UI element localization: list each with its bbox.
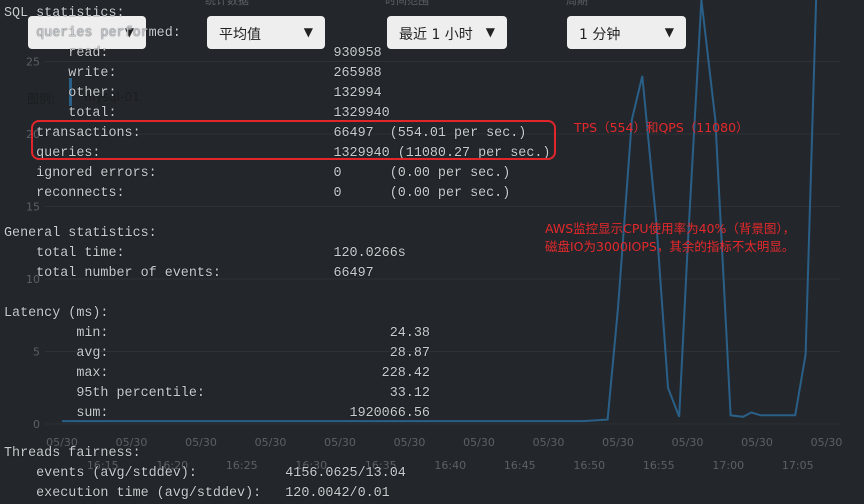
terminal-line: max: 228.42 <box>4 366 430 381</box>
x-tick-date: 05/30 <box>741 436 773 449</box>
period-label: 周期 <box>566 0 588 7</box>
x-tick-time: 17:05 <box>782 459 814 472</box>
x-tick-date: 05/30 <box>602 436 634 449</box>
terminal-line: total time: 120.0266s <box>4 246 406 261</box>
x-tick-time: 16:50 <box>573 459 605 472</box>
terminal-line: queries performed: <box>4 26 181 41</box>
terminal-line: Threads fairness: <box>4 446 141 461</box>
terminal-line: sum: 1920066.56 <box>4 406 430 421</box>
terminal-line: events (avg/stddev): 4156.0625/13.04 <box>4 466 406 481</box>
period-select[interactable]: 1 分钟 ▼ <box>567 16 686 49</box>
highlight-box <box>31 120 556 160</box>
x-tick-date: 05/30 <box>672 436 704 449</box>
terminal-line: Latency (ms): <box>4 306 109 321</box>
terminal-line: ignored errors: 0 (0.00 per sec.) <box>4 166 511 181</box>
annotation-tps-qps: TPS（554）和QPS（11080） <box>574 120 749 135</box>
sysbench-output: SQL statistics: queries performed: read:… <box>4 4 550 504</box>
terminal-line: read: 930958 <box>4 46 382 61</box>
terminal-line: min: 24.38 <box>4 326 430 341</box>
annotation-line: AWS监控显示CPU使用率为40%（背景图）， <box>545 221 796 236</box>
x-tick-time: 17:00 <box>712 459 744 472</box>
terminal-line: execution time (avg/stddev): 120.0042/0.… <box>4 486 390 501</box>
period-select-value: 1 分钟 <box>579 27 621 43</box>
annotation-aws-note: AWS监控显示CPU使用率为40%（背景图）， 磁盘IO为3000IOPS，其余… <box>545 220 864 256</box>
x-tick-date: 05/30 <box>811 436 843 449</box>
terminal-line: reconnects: 0 (0.00 per sec.) <box>4 186 511 201</box>
x-tick-time: 16:55 <box>643 459 675 472</box>
terminal-line: total number of events: 66497 <box>4 266 374 281</box>
caret-down-icon: ▼ <box>664 25 674 39</box>
terminal-line: General statistics: <box>4 226 157 241</box>
terminal-line: 95th percentile: 33.12 <box>4 386 430 401</box>
terminal-line: write: 265988 <box>4 66 382 81</box>
annotation-line: 磁盘IO为3000IOPS，其余的指标不太明显。 <box>545 239 795 254</box>
terminal-line: avg: 28.87 <box>4 346 430 361</box>
terminal-line: other: 132994 <box>4 86 382 101</box>
terminal-line: SQL statistics: <box>4 6 125 21</box>
